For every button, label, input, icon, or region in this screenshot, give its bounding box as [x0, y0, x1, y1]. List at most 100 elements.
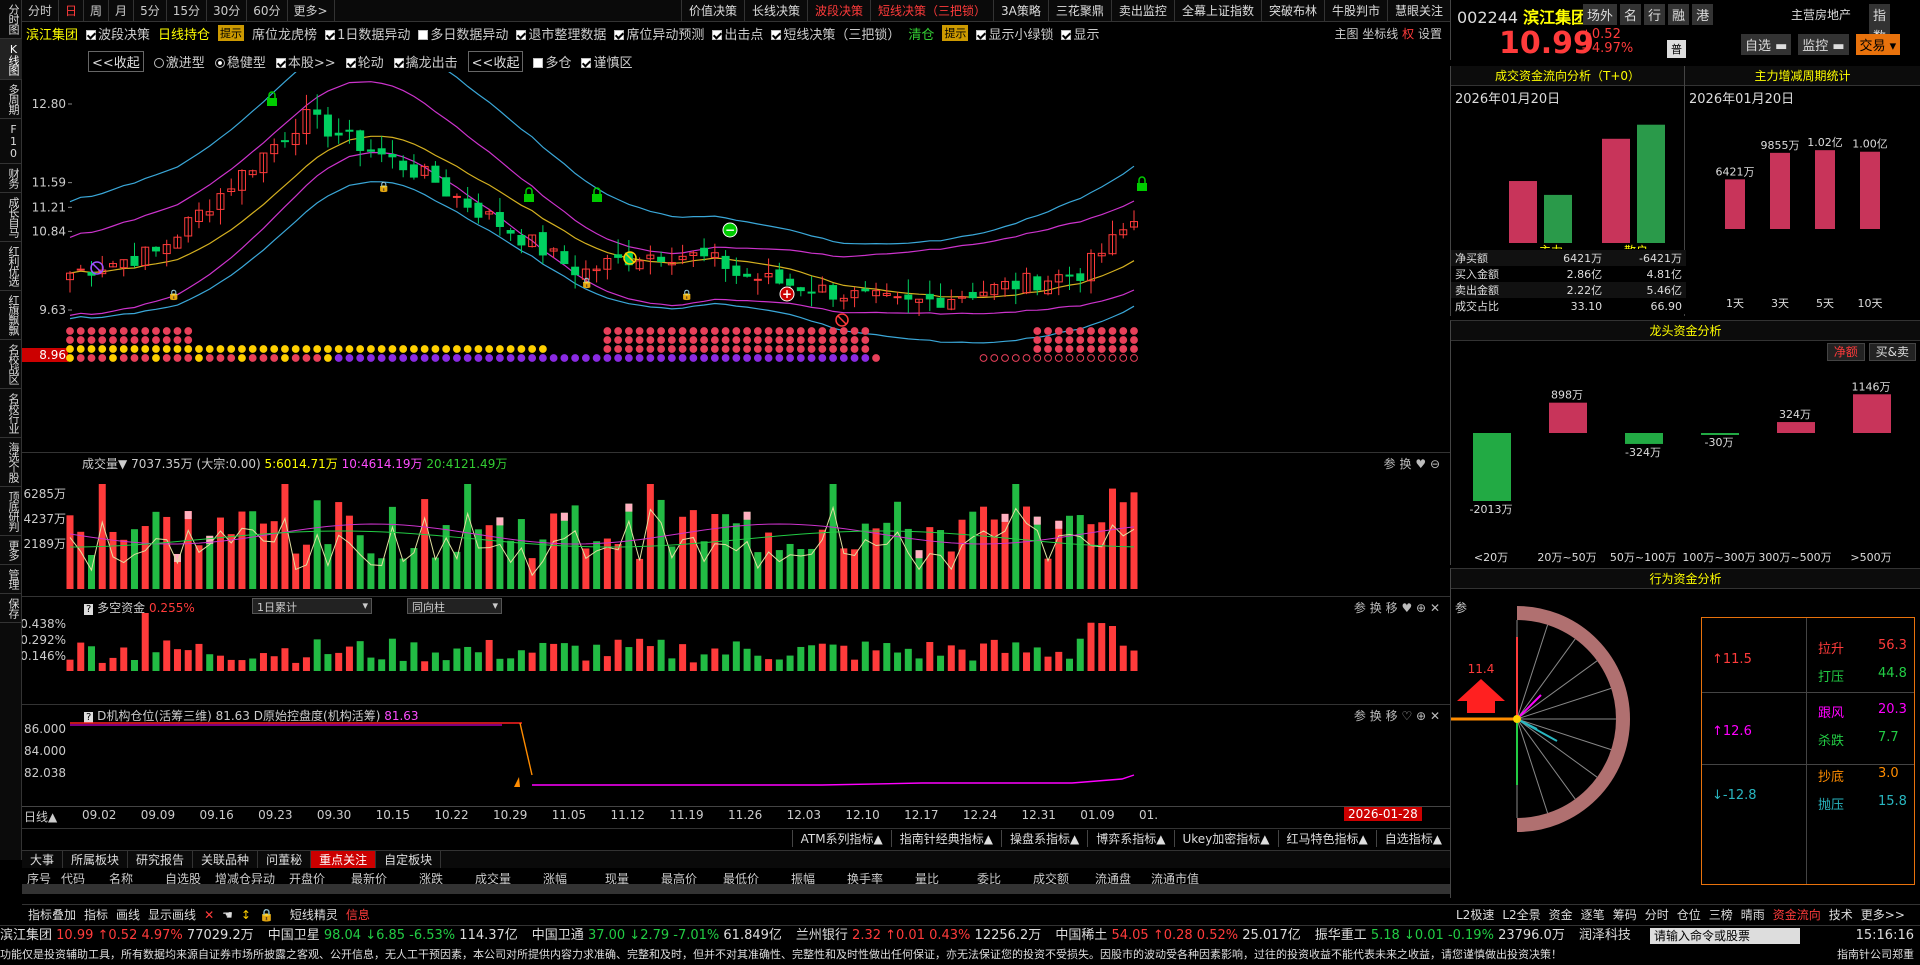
delete-icon[interactable]: ✕ [204, 908, 214, 922]
indicator-menu-1[interactable]: 指南针经典指标▲ [890, 830, 1001, 847]
strategy-tab-9[interactable]: 牛股判市 [1323, 0, 1387, 22]
period-tab-0[interactable]: 分时 [22, 0, 60, 22]
bottom-tab-4[interactable]: 问董秘 [258, 851, 312, 868]
index-button[interactable]: 指 [1869, 4, 1891, 25]
period-label[interactable]: 日线▲ [24, 808, 57, 825]
option-rotation[interactable]: 轮动 [345, 52, 384, 71]
tab-net[interactable]: 净额 [1826, 343, 1865, 361]
option-bodong[interactable]: 波段决策 [86, 24, 150, 43]
option-qingcang[interactable]: 清仓 [908, 24, 934, 43]
table-header-9[interactable]: 涨幅 [524, 870, 586, 884]
rb-tab-2[interactable]: 资金 [1549, 906, 1573, 923]
rb-tab-0[interactable]: L2极速 [1456, 906, 1494, 923]
rb-tab-4[interactable]: 筹码 [1613, 906, 1637, 923]
duokong-period-select[interactable]: 1日累计 ▾ [252, 598, 372, 614]
radio-aggressive[interactable]: 激进型 [153, 52, 205, 71]
option-xiwei[interactable]: 席位龙虎榜 [252, 24, 317, 43]
bottom-tab-5[interactable]: 重点关注 [311, 851, 377, 868]
main-chart-button[interactable]: 主图 [1334, 27, 1358, 41]
strategy-tab-2[interactable]: 波段决策 [807, 0, 870, 22]
left-tab-14[interactable]: 保存 [0, 594, 22, 623]
period-tab-8[interactable]: 更多> [288, 0, 335, 22]
option-long[interactable]: 多仓 [533, 52, 571, 71]
table-header-5[interactable]: 开盘价 [276, 870, 338, 884]
left-tab-9[interactable]: 名校行业 [0, 389, 22, 438]
hand-icon[interactable]: ☚ [222, 908, 233, 922]
rb-tab-5[interactable]: 分时 [1645, 906, 1669, 923]
option-rixian[interactable]: 日线持仓 [158, 24, 210, 43]
table-scrollbar[interactable] [22, 884, 1450, 894]
ticker-item[interactable]: 滨江集团 10.99 ↑0.52 4.97% 77029.2万 [0, 928, 254, 943]
period-tab-3[interactable]: 月 [109, 0, 135, 22]
option-chujidian[interactable]: 出击点 [712, 24, 763, 43]
left-tab-10[interactable]: 海选个股 [0, 438, 22, 487]
rb-tab-11[interactable]: 更多>> [1861, 906, 1905, 923]
table-header-12[interactable]: 最低价 [710, 870, 772, 884]
toolbar-item-0[interactable]: 指标叠加 [28, 906, 76, 923]
option-show-lock[interactable]: 显示小绿锁 [976, 24, 1053, 43]
indicator-menu-6[interactable]: 自选指标▲ [1375, 830, 1450, 847]
table-header-6[interactable]: 最新价 [338, 870, 400, 884]
toolbar-item-1[interactable]: 指标 [84, 906, 108, 923]
right-button[interactable]: 权 [1402, 27, 1414, 41]
left-tab-3[interactable]: F10 [0, 119, 22, 164]
indicator-menu-3[interactable]: 博弈系指标▲ [1087, 830, 1173, 847]
left-tab-0[interactable]: 分时图 [0, 0, 22, 39]
rb-tab-7[interactable]: 三榜 [1709, 906, 1733, 923]
strategy-tab-3[interactable]: 短线决策（三把锁） [870, 0, 993, 22]
strategy-tab-4[interactable]: 3A策略 [993, 0, 1048, 22]
option-show[interactable]: 显示 [1061, 24, 1099, 43]
axis-button[interactable]: 坐标线 [1362, 27, 1398, 41]
strategy-tab-6[interactable]: 卖出监控 [1110, 0, 1174, 22]
rb-tab-10[interactable]: 技术 [1829, 906, 1853, 923]
strategy-tab-5[interactable]: 三花聚鼎 [1047, 0, 1111, 22]
table-header-18[interactable]: 流通盘 [1082, 870, 1144, 884]
indicator-menu-2[interactable]: 操盘系指标▲ [1001, 830, 1087, 847]
ticker-item[interactable]: 中国卫星 98.04 ↓6.85 -6.53% 114.37亿 [268, 928, 518, 943]
strategy-tab-7[interactable]: 全幕上证指数 [1173, 0, 1261, 22]
period-tab-6[interactable]: 30分 [207, 0, 248, 22]
period-tab-2[interactable]: 周 [84, 0, 110, 22]
rb-tab-6[interactable]: 仓位 [1677, 906, 1701, 923]
option-xiwei-yuce[interactable]: 席位异动预测 [614, 24, 704, 43]
indicator-menu-0[interactable]: ATM系列指标▲ [791, 830, 891, 847]
table-header-16[interactable]: 委比 [958, 870, 1020, 884]
header-tag-4[interactable]: 港 [1692, 4, 1714, 25]
settings-button[interactable]: 设置 [1418, 27, 1442, 41]
left-tab-11[interactable]: 顶底研判 [0, 487, 22, 536]
toolbar-item-3[interactable]: 显示画线 [148, 906, 196, 923]
lock-icon[interactable]: 🔒 [259, 908, 274, 922]
ticker-item[interactable]: 中国卫通 37.00 ↓2.79 -7.01% 61.849亿 [532, 928, 782, 943]
option-qinlong[interactable]: 擒龙出击 [393, 52, 458, 71]
strategy-tab-10[interactable]: 慧眼关注 [1386, 0, 1450, 22]
radio-stable[interactable]: 稳健型 [214, 52, 266, 71]
table-header-15[interactable]: 量比 [896, 870, 958, 884]
period-tab-5[interactable]: 15分 [167, 0, 207, 22]
rb-tab-1[interactable]: L2全景 [1502, 906, 1540, 923]
left-tab-6[interactable]: 红利优选 [0, 242, 22, 291]
left-tab-13[interactable]: 管理 [0, 565, 22, 594]
option-duanxian[interactable]: 短线决策（三把锁） [771, 24, 900, 43]
rb-tab-3[interactable]: 逐笔 [1581, 906, 1605, 923]
toolbar-item-4[interactable]: 短线精灵 [290, 906, 338, 923]
table-header-3[interactable]: 自选股 [152, 870, 214, 884]
strategy-tab-8[interactable]: 突破布林 [1260, 0, 1324, 22]
rb-tab-9[interactable]: 资金流向 [1773, 906, 1821, 923]
table-header-13[interactable]: 振幅 [772, 870, 834, 884]
collapse-button-2[interactable]: <<收起 [467, 50, 524, 72]
ticker-item[interactable]: 振华重工 5.18 ↓0.01 -0.19% 23796.0万 [1315, 928, 1565, 943]
indicator-menu-4[interactable]: Ukey加密指标▲ [1173, 830, 1278, 847]
left-tab-5[interactable]: 成长自马 [0, 193, 22, 242]
period-tab-1[interactable]: 日 [59, 0, 85, 22]
strategy-tab-1[interactable]: 长线决策 [744, 0, 807, 22]
option-multiday[interactable]: 多日数据异动 [418, 24, 508, 43]
table-header-7[interactable]: 涨跌 [400, 870, 462, 884]
collapse-button[interactable]: <<收起 [88, 50, 144, 72]
period-tab-4[interactable]: 5分 [134, 0, 167, 22]
table-header-14[interactable]: 换手率 [834, 870, 896, 884]
left-tab-1[interactable]: K线图 [0, 39, 22, 80]
bottom-tab-1[interactable]: 所属板块 [63, 851, 129, 868]
ticker-item[interactable]: 中国稀土 54.05 ↑0.28 0.52% 25.017亿 [1055, 928, 1300, 943]
move-icon[interactable]: ↕ [241, 908, 251, 922]
candlestick-chart[interactable]: 12.80 11.59 11.21 10.84 9.63 8.96 🔒 🔒 🔒 🔒 − + [22, 72, 1450, 452]
